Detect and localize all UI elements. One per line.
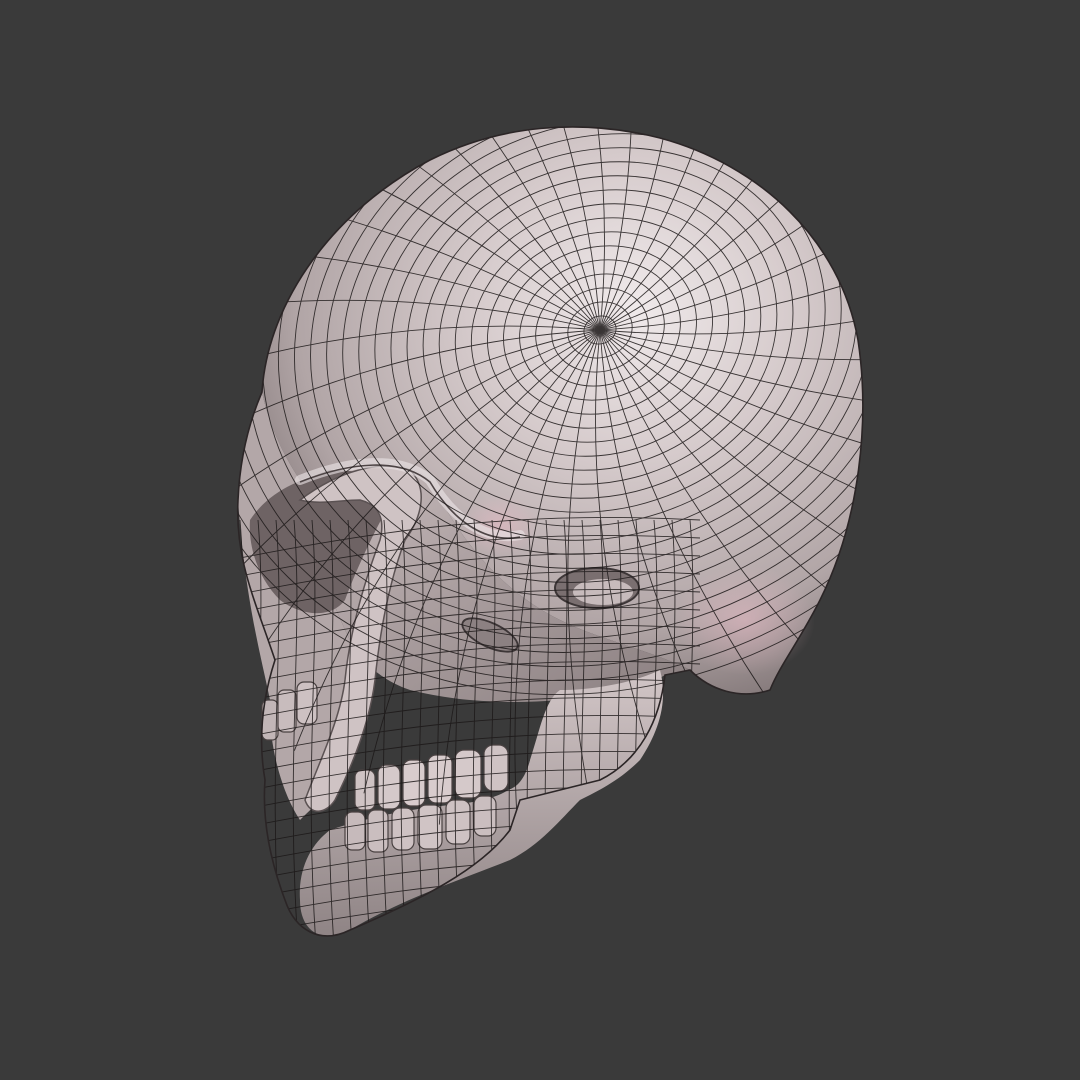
3d-viewport[interactable] — [0, 0, 1080, 1080]
skull-render — [236, 126, 864, 937]
wire-col — [238, 519, 246, 936]
